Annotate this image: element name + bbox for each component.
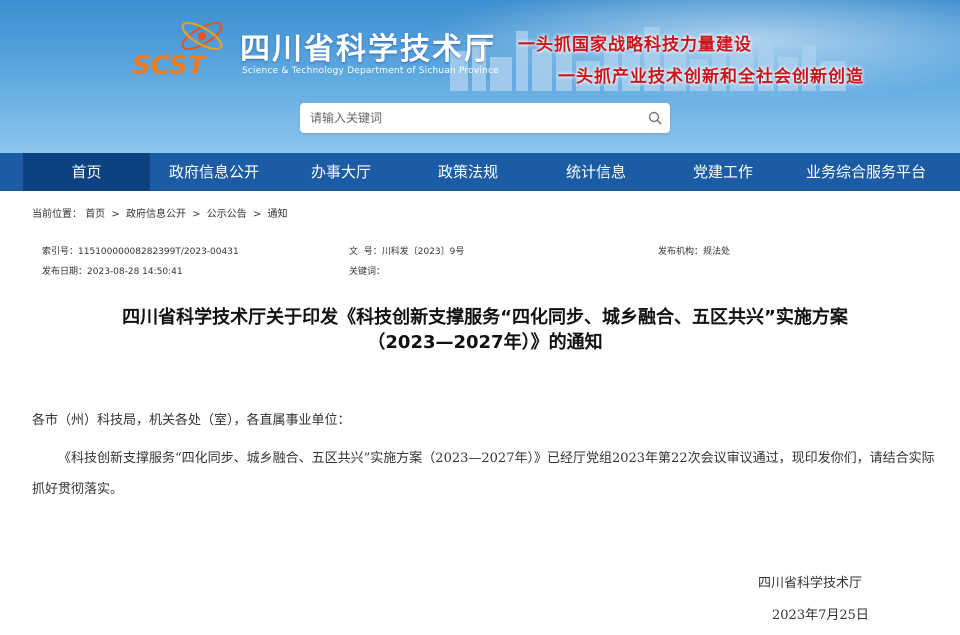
meta-keywords-label: 关键词： xyxy=(349,267,386,277)
article-title: 四川省科学技术厅关于印发《科技创新支撑服务“四化同步、城乡融合、五区共兴”实施方… xyxy=(40,305,930,355)
article-signature: 四川省科学技术厅 xyxy=(758,576,863,591)
search-icon[interactable] xyxy=(648,111,662,125)
meta-publisher-label: 发布机构： xyxy=(658,247,704,257)
article-title-line-2: （2023—2027年）》的通知 xyxy=(367,332,603,353)
breadcrumb-notice[interactable]: 通知 xyxy=(267,209,287,220)
meta-date-label: 发布日期： xyxy=(42,267,88,277)
meta-publisher-value: 规法处 xyxy=(703,247,731,257)
search-box xyxy=(300,103,670,133)
scst-logo-icon: SCST xyxy=(132,22,223,80)
article-sign-date: 2023年7月25日 xyxy=(772,608,869,623)
nav-item-gov-info[interactable]: 政府信息公开 xyxy=(150,153,278,191)
meta-date: 发布日期：2023-08-28 14:50:41 xyxy=(42,264,183,277)
slogan-line-2: 一头抓产业技术创新和全社会创新创造 xyxy=(558,67,864,87)
breadcrumb-separator: > xyxy=(111,209,120,220)
site-logo[interactable]: SCST 四川省科学技术厅 Science & Technology Depar… xyxy=(130,14,499,84)
meta-doc-no-value: 川科发〔2023〕9号 xyxy=(381,247,465,257)
slogan-line-1: 一头抓国家战略科技力量建设 xyxy=(518,35,752,55)
breadcrumb-home[interactable]: 首页 xyxy=(85,209,105,220)
breadcrumb-separator: > xyxy=(252,209,262,220)
article-greeting: 各市（州）科技局，机关各处（室），各直属事业单位： xyxy=(32,413,351,428)
site-header: SCST 四川省科学技术厅 Science & Technology Depar… xyxy=(0,0,960,153)
meta-index-label: 索引号： xyxy=(42,247,79,257)
breadcrumb-separator: > xyxy=(192,209,201,220)
breadcrumb-gov-info[interactable]: 政府信息公开 xyxy=(126,209,186,220)
meta-doc-no: 文 号：川科发〔2023〕9号 xyxy=(349,244,464,257)
meta-doc-no-label: 文 号： xyxy=(349,247,382,257)
nav-item-service-platform[interactable]: 业务综合服务平台 xyxy=(786,153,946,191)
article-paragraph: 《科技创新支撑服务“四化同步、城乡融合、五区共兴”实施方案（2023—2027年… xyxy=(32,451,935,497)
breadcrumb-announcements[interactable]: 公示公告 xyxy=(207,209,247,220)
main-nav: 首页 政府信息公开 办事大厅 政策法规 统计信息 党建工作 业务综合服务平台 xyxy=(0,153,960,191)
meta-index-value: 11510000008282399T/2023-00431 xyxy=(78,247,239,257)
site-title: 四川省科学技术厅 xyxy=(240,32,496,67)
meta-index: 索引号：11510000008282399T/2023-00431 xyxy=(42,244,239,257)
article-title-line-1: 四川省科学技术厅关于印发《科技创新支撑服务“四化同步、城乡融合、五区共兴”实施方… xyxy=(122,307,848,328)
nav-item-policies[interactable]: 政策法规 xyxy=(404,153,532,191)
nav-item-statistics[interactable]: 统计信息 xyxy=(532,153,660,191)
meta-date-value: 2023-08-28 14:50:41 xyxy=(87,267,183,277)
breadcrumb: 当前位置： 首页 > 政府信息公开 > 公示公告 > 通知 xyxy=(32,205,287,220)
nav-item-home[interactable]: 首页 xyxy=(23,153,150,191)
nav-item-party-building[interactable]: 党建工作 xyxy=(660,153,786,191)
search-input[interactable] xyxy=(300,103,640,133)
logo-text: SCST xyxy=(132,51,208,80)
breadcrumb-prefix: 当前位置： xyxy=(32,209,82,220)
meta-publisher: 发布机构：规法处 xyxy=(658,244,730,257)
site-subtitle: Science & Technology Department of Sichu… xyxy=(242,66,499,76)
meta-keywords: 关键词： xyxy=(349,264,385,277)
nav-item-service-hall[interactable]: 办事大厅 xyxy=(278,153,404,191)
